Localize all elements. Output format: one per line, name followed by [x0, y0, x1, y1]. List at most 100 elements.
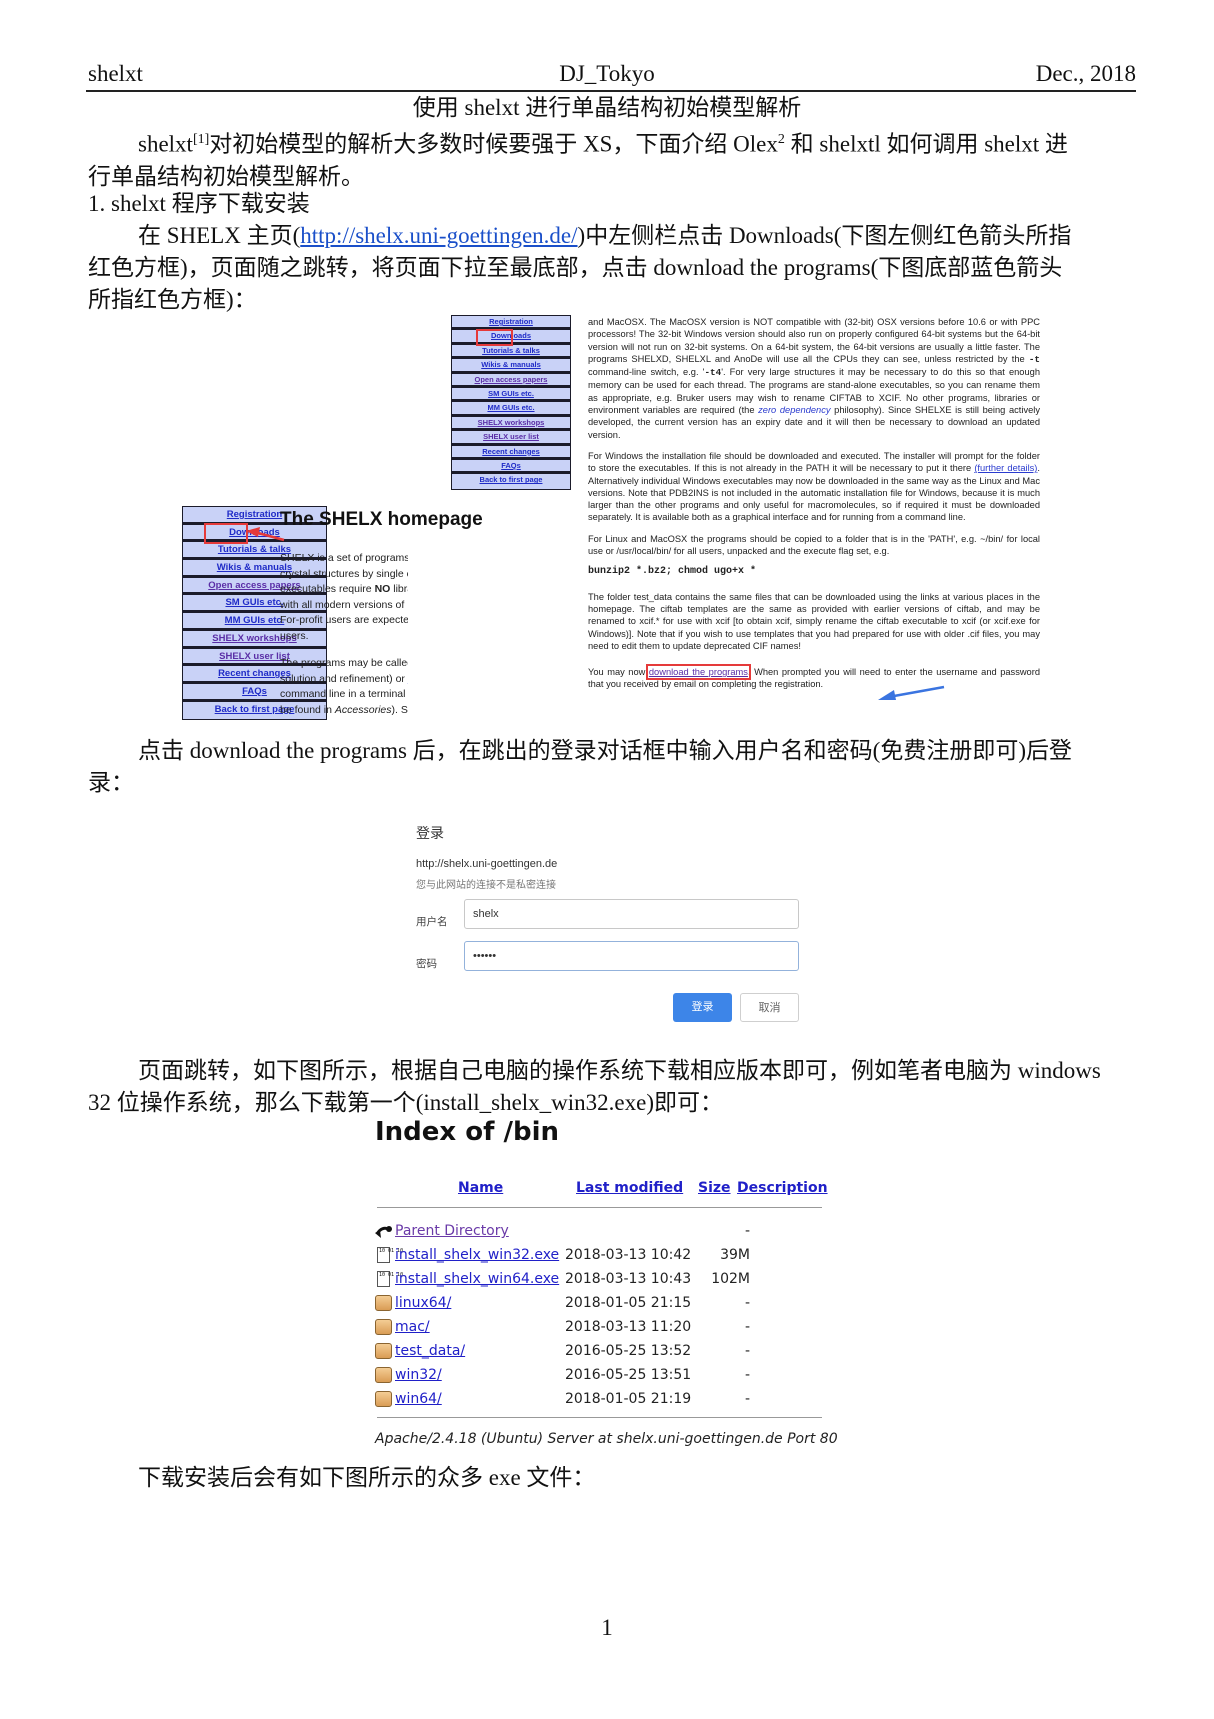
nav-item-shelx-workshops[interactable]: SHELX workshops [452, 416, 570, 432]
username-input[interactable]: shelx [464, 899, 799, 929]
file-link[interactable]: win64/ [395, 1388, 442, 1410]
left-line: For-profit users are expected to pay a [280, 614, 408, 626]
intro-paragraph: shelxt[1]对初始模型的解析大多数时候要强于 XS，下面介绍 Olex2 … [88, 124, 1136, 193]
intro-part2: 对初始模型的解析大多数时候要强于 XS，下面介绍 Olex [209, 131, 778, 157]
login-paragraph: 点击 download the programs 后，在跳出的登录对话框中输入用… [88, 735, 1136, 799]
left-line: libraries, extr [393, 583, 408, 595]
file-modified: 2016-05-25 13:51 [565, 1367, 692, 1383]
zero-dependency-link[interactable]: zero dependency [758, 405, 830, 415]
file-link[interactable]: win32/ [395, 1364, 442, 1386]
para-after-link: )中左侧栏点击 Downloads(下图左侧红色箭头所指 [577, 223, 1072, 248]
download-programs-link[interactable]: download the programs [645, 664, 751, 681]
file-size: 39M [720, 1247, 750, 1263]
left-line-italic: Accessories [334, 703, 392, 716]
nav-item-shelx-user-list[interactable]: SHELX user list [452, 431, 570, 446]
index-title: Index of /bin [375, 1117, 560, 1147]
left-line: ). Several of [391, 703, 409, 716]
right-para-5: You may now download the programs. When … [588, 664, 1040, 691]
intro-part3: 和 shelxtl 如何调用 shelxt 进 [784, 131, 1068, 157]
right-para-3: For Linux and MacOSX the programs should… [588, 533, 1040, 557]
file-modified: 2018-03-13 10:43 [565, 1271, 692, 1287]
code: -t4 [704, 367, 722, 379]
file-size: - [744, 1223, 750, 1239]
password-input[interactable]: •••••• [464, 941, 799, 971]
homepage-intro-text: SHELX is a set of programs for the d cry… [280, 551, 408, 718]
exe-paragraph: 下载安装后会有如下图所示的众多 exe 文件： [88, 1462, 1136, 1494]
file-modified: 2018-01-05 21:15 [565, 1295, 692, 1311]
left-line: The programs may be called from a [280, 657, 408, 669]
left-line: with all modern versions of Linux, Wi [280, 598, 408, 611]
login-title: 登录 [416, 825, 444, 841]
file-modified: 2016-05-25 13:52 [565, 1343, 692, 1359]
nav-item-faqs[interactable]: FAQs [452, 459, 570, 475]
document-title: 使用 shelxt 进行单晶结构初始模型解析 [412, 95, 802, 120]
file-link[interactable]: install_shelx_win32.exe [395, 1244, 559, 1266]
text: and MacOSX. The MacOSX version is NOT co… [588, 317, 1040, 364]
nav-item-sm-guis-etc[interactable]: SM GUIs etc. [452, 387, 570, 403]
para-line2: 红色方框)，页面随之跳转，将页面下拉至最底部，点击 download the p… [88, 255, 1063, 280]
download-paragraph: 在 SHELX 主页(http://shelx.uni-goettingen.d… [88, 220, 1136, 316]
folder-icon [375, 1391, 392, 1407]
file-size: - [744, 1391, 750, 1407]
column-last-modified[interactable]: Last modified [576, 1180, 683, 1196]
page-number: 1 [601, 1615, 613, 1640]
column-description[interactable]: Description [737, 1180, 828, 1196]
blue-arrow-icon [878, 685, 945, 700]
shelx-homepage-link[interactable]: http://shelx.uni-goettingen.de/ [300, 223, 577, 248]
login-para-line2: 录： [88, 770, 134, 795]
file-size: - [744, 1295, 750, 1311]
text: For Windows the installation file should… [588, 450, 1040, 474]
right-para-2: For Windows the installation file should… [588, 450, 1040, 524]
intro-part1: shelxt [138, 131, 193, 157]
para-line3: 所指红色方框)： [88, 287, 257, 312]
nav-item-wikis-manuals[interactable]: Wikis & manuals [452, 359, 570, 374]
file-size: - [744, 1343, 750, 1359]
left-line: command line in a terminal window (f [280, 688, 408, 700]
install-command: bunzip2 *.bz2; chmod ugo+x * [588, 566, 757, 578]
index-footer-rule [377, 1417, 822, 1418]
further-details-link[interactable]: (further details) [974, 463, 1037, 473]
index-paragraph: 页面跳转，如下图所示，根据自己电脑的操作系统下载相应版本即可，例如笔者电脑为 w… [88, 1055, 1136, 1119]
reference-mark: [1] [192, 132, 210, 147]
right-para-4: The folder test_data contains the same f… [588, 591, 1040, 651]
login-warning: 您与此网站的连接不是私密连接 [416, 880, 556, 891]
file-modified: 2018-01-05 21:19 [565, 1391, 692, 1407]
homepage-heading: The SHELX homepage [280, 509, 483, 530]
left-line: users. [280, 629, 309, 642]
header-center: DJ_Tokyo [559, 61, 655, 86]
file-link[interactable]: mac/ [395, 1316, 430, 1338]
left-line: be found in [280, 703, 335, 716]
file-link[interactable]: test_data/ [395, 1340, 465, 1362]
folder-icon [375, 1319, 392, 1335]
file-link[interactable]: Parent Directory [395, 1220, 509, 1242]
left-line: SHELX is a set of programs for the d [280, 552, 408, 564]
login-site-url: http://shelx.uni-goettingen.de [416, 858, 558, 870]
file-link[interactable]: linux64/ [395, 1292, 451, 1314]
exe-para-line: 下载安装后会有如下图所示的众多 exe 文件： [138, 1465, 596, 1490]
binary-file-icon: 10 01 10 [377, 1247, 403, 1263]
index-header-rule [377, 1207, 822, 1208]
file-link[interactable]: install_shelx_win64.exe [395, 1268, 559, 1290]
folder-icon [375, 1367, 392, 1383]
header-right: Dec., 2018 [1035, 61, 1136, 86]
code: -t [1028, 353, 1040, 365]
index-para-line1: 页面跳转，如下图所示，根据自己电脑的操作系统下载相应版本即可，例如笔者电脑为 w… [138, 1058, 1101, 1083]
login-dialog: 登录 http://shelx.uni-goettingen.de 您与此网站的… [410, 815, 810, 1030]
left-line: solution and refinement) or [280, 672, 408, 685]
nav-item-mm-guis-etc[interactable]: MM GUIs etc. [452, 402, 570, 417]
text: command-line switch, e.g. ' [588, 367, 705, 378]
downloads-highlight-large [204, 523, 248, 544]
column-name[interactable]: Name [458, 1180, 503, 1196]
login-button[interactable]: 登录 [673, 993, 732, 1022]
left-line: crystal structures by single crystal [280, 567, 408, 580]
left-line-bold: NO [374, 583, 391, 595]
nav-item-recent-changes[interactable]: Recent changes [452, 445, 570, 460]
left-line: executables require [280, 583, 375, 595]
column-size[interactable]: Size [698, 1180, 731, 1196]
nav-item-back-to-first-page[interactable]: Back to first page [452, 474, 570, 489]
file-size: - [744, 1319, 750, 1335]
nav-item-tutorials-talks[interactable]: Tutorials & talks [452, 344, 570, 360]
cancel-button[interactable]: 取消 [740, 993, 799, 1022]
olex-superscript: 2 [777, 132, 785, 147]
nav-item-open-access-papers[interactable]: Open access papers [452, 373, 570, 388]
